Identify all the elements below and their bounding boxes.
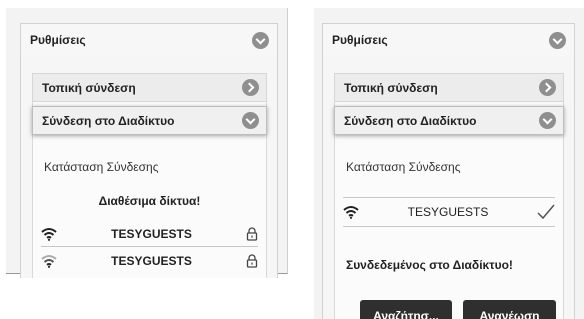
settings-box: Ρυθμίσεις Τοπική σύνδεση Σύνδεση στο Δια… — [322, 23, 575, 319]
local-connection-label: Τοπική σύνδεση — [344, 80, 438, 95]
wifi-icon — [343, 206, 359, 219]
wifi-icon — [41, 227, 57, 241]
local-connection-header[interactable]: Τοπική σύνδεση — [32, 73, 267, 102]
local-connection-header[interactable]: Τοπική σύνδεση — [334, 73, 564, 102]
internet-connection-label: Σύνδεση στο Διαδίκτυο — [344, 113, 477, 128]
settings-title: Ρυθμίσεις — [332, 33, 388, 47]
chevron-down-icon[interactable] — [252, 31, 269, 49]
search-button[interactable]: Αναζήτησ... — [360, 300, 452, 319]
checkmark-icon — [537, 204, 555, 220]
refresh-button[interactable]: Ανανέωση — [463, 300, 556, 319]
settings-title: Ρυθμίσεις — [30, 33, 86, 47]
lock-icon — [246, 226, 258, 241]
wifi-icon — [41, 255, 57, 268]
chevron-right-icon[interactable] — [242, 79, 259, 96]
chevron-down-icon[interactable] — [242, 112, 259, 129]
internet-connection-header[interactable]: Σύνδεση στο Διαδίκτυο — [32, 106, 267, 135]
settings-header[interactable]: Ρυθμίσεις — [21, 24, 277, 56]
network-row[interactable]: TESYGUESTS — [41, 221, 258, 247]
network-ssid: TESYGUESTS — [407, 205, 489, 219]
connection-status-title: Κατάσταση Σύνδεσης — [44, 160, 159, 174]
chevron-down-icon[interactable] — [539, 112, 556, 129]
network-ssid: TESYGUESTS — [111, 254, 192, 268]
chevron-down-icon[interactable] — [549, 31, 566, 49]
lock-icon — [246, 254, 258, 268]
left-settings-panel: Ρυθμίσεις Τοπική σύνδεση Σύνδεση στο Δια… — [6, 8, 288, 278]
connected-message: Συνδεδεμένος στο Διαδίκτυο! — [346, 258, 513, 272]
settings-box: Ρυθμίσεις Τοπική σύνδεση Σύνδεση στο Δια… — [20, 23, 278, 278]
settings-content: Τοπική σύνδεση Σύνδεση στο Διαδίκτυο Κατ… — [32, 73, 267, 278]
connected-network-row[interactable]: TESYGUESTS — [343, 197, 555, 227]
local-connection-label: Τοπική σύνδεση — [42, 80, 136, 95]
internet-connection-header[interactable]: Σύνδεση στο Διαδίκτυο — [334, 106, 564, 135]
settings-content: Τοπική σύνδεση Σύνδεση στο Διαδίκτυο Κατ… — [334, 73, 564, 319]
settings-header[interactable]: Ρυθμίσεις — [323, 24, 574, 56]
available-networks-label: Διαθέσιμα δίκτυα! — [98, 194, 201, 208]
connection-status-title: Κατάσταση Σύνδεσης — [346, 160, 461, 174]
internet-connection-label: Σύνδεση στο Διαδίκτυο — [42, 113, 175, 128]
network-ssid: TESYGUESTS — [111, 226, 192, 241]
network-row[interactable]: TESYGUESTS — [41, 248, 258, 274]
chevron-right-icon[interactable] — [539, 79, 556, 96]
right-settings-panel: Ρυθμίσεις Τοπική σύνδεση Σύνδεση στο Δια… — [314, 8, 584, 319]
